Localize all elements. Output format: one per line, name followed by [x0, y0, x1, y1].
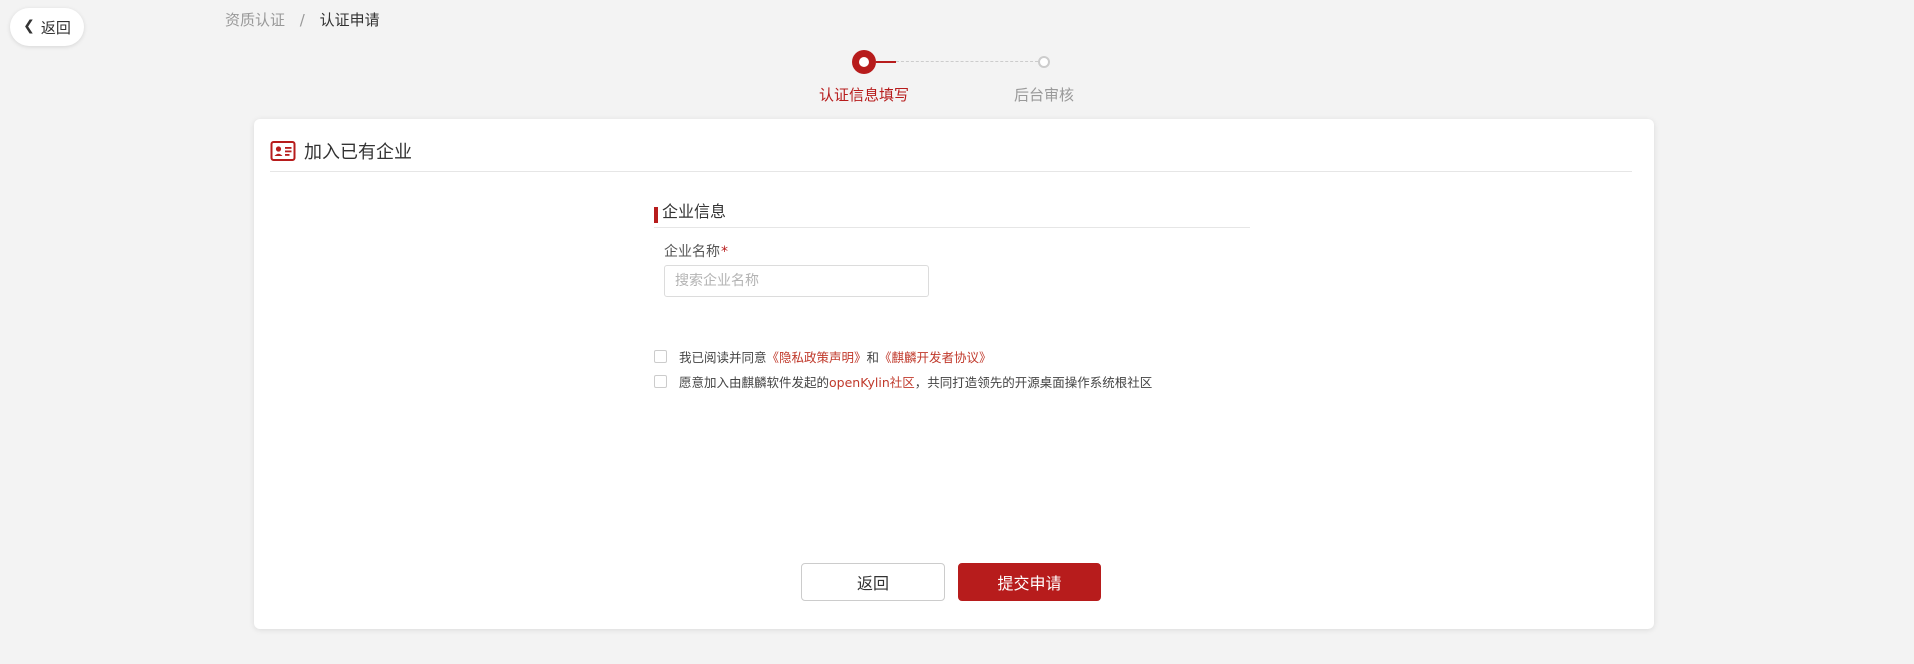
progress-steps: 认证信息填写 后台审核	[0, 46, 1914, 106]
privacy-agreement-checkbox[interactable]	[654, 350, 667, 363]
submit-application-button[interactable]: 提交申请	[958, 563, 1101, 601]
back-button[interactable]: 返回	[801, 563, 945, 601]
id-card-icon	[270, 141, 296, 161]
privacy-agreement-middle: 和	[866, 350, 880, 365]
openkylin-community-link[interactable]: openKylin社区	[829, 372, 915, 391]
step-1-label: 认证信息填写	[818, 86, 909, 104]
step-2-dot	[1038, 56, 1050, 68]
section-accent-bar	[654, 207, 658, 223]
breadcrumb: 资质认证 / 认证申请	[225, 10, 380, 30]
section-company-info: 企业信息	[654, 201, 1250, 228]
privacy-policy-link[interactable]: 《隐私政策声明》	[767, 347, 867, 366]
chevron-left-icon: ❮	[23, 18, 35, 34]
breadcrumb-item-current: 认证申请	[319, 11, 380, 29]
company-search-input[interactable]	[664, 265, 929, 297]
step-line-remaining	[896, 61, 1038, 62]
card-title: 加入已有企业	[304, 142, 412, 163]
application-card: 加入已有企业 企业信息 企业名称* 我已阅读并同意 《隐私政策声明》 和 《麒麟…	[254, 119, 1654, 629]
breadcrumb-separator: /	[299, 11, 305, 29]
breadcrumb-item-qualification[interactable]: 资质认证	[225, 11, 285, 29]
section-title: 企业信息	[662, 202, 727, 221]
required-mark: *	[721, 244, 728, 260]
privacy-agreement-row: 我已阅读并同意 《隐私政策声明》 和 《麒麟开发者协议》	[654, 347, 992, 366]
privacy-agreement-prefix: 我已阅读并同意	[679, 350, 767, 365]
company-name-label: 企业名称*	[664, 241, 728, 261]
community-agreement-checkbox[interactable]	[654, 375, 667, 388]
top-back-button[interactable]: ❮ 返回	[10, 8, 84, 46]
community-agreement-suffix: ，共同打造领先的开源桌面操作系统根社区	[914, 375, 1153, 390]
top-back-label: 返回	[40, 18, 71, 37]
company-name-label-text: 企业名称	[664, 244, 720, 260]
developer-agreement-link[interactable]: 《麒麟开发者协议》	[879, 347, 992, 366]
step-1-dot	[852, 50, 876, 74]
community-agreement-row: 愿意加入由麒麟软件发起的 openKylin社区 ，共同打造领先的开源桌面操作系…	[654, 372, 1152, 391]
card-header: 加入已有企业	[270, 131, 1632, 172]
step-2-label: 后台审核	[1013, 86, 1074, 104]
step-line-progress	[876, 61, 896, 63]
community-agreement-prefix: 愿意加入由麒麟软件发起的	[679, 375, 830, 390]
